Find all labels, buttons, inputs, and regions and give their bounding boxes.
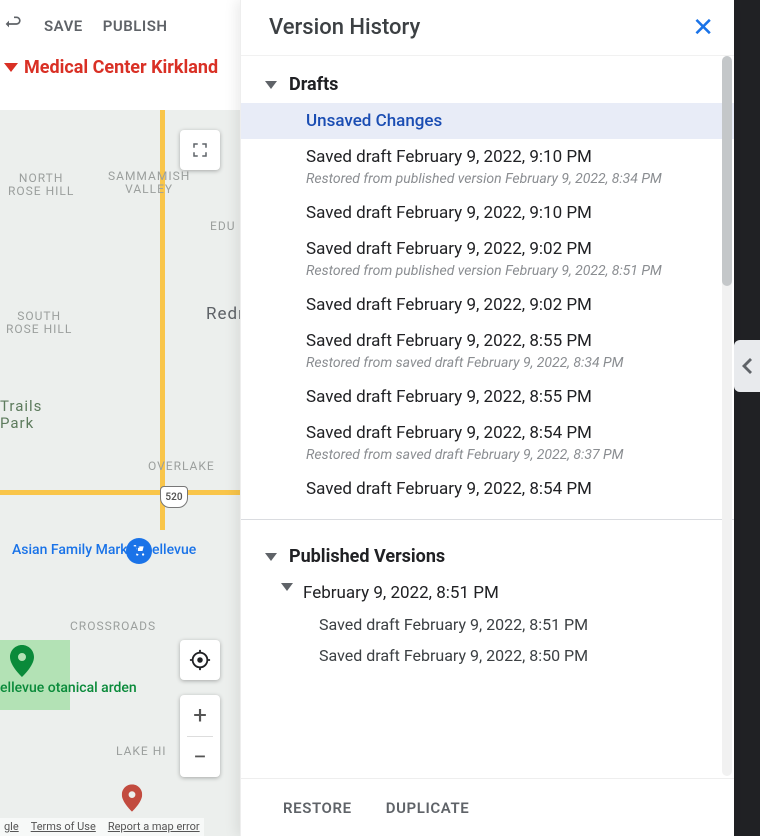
draft-entry-subtext: Restored from saved draft February 9, 20… (306, 355, 714, 371)
draft-entry[interactable]: Saved draft February 9, 2022, 8:54 PM Res… (241, 415, 734, 471)
published-entry[interactable]: February 9, 2022, 8:51 PMSaved draft Feb… (241, 575, 734, 671)
scrollbar-thumb[interactable] (722, 56, 732, 286)
map-attribution: gle Terms of Use Report a map error (0, 818, 204, 836)
draft-entry[interactable]: Saved draft February 9, 2022, 9:02 PM (241, 287, 734, 323)
map-label: EDU (210, 220, 235, 233)
zoom-out-button[interactable]: − (180, 737, 220, 778)
route-shield-520: 520 (160, 486, 188, 508)
draft-entry[interactable]: Saved draft February 9, 2022, 9:02 PM Res… (241, 231, 734, 287)
draft-entry[interactable]: Saved draft February 9, 2022, 9:10 PM (241, 195, 734, 231)
draft-entry-label: Saved draft February 9, 2022, 8:55 PM (306, 331, 592, 351)
draft-entry-label: Saved draft February 9, 2022, 9:10 PM (306, 147, 592, 167)
map-label: LAKE HI (116, 745, 167, 758)
park-pin-icon[interactable] (10, 645, 34, 677)
publish-button[interactable]: PUBLISH (103, 17, 168, 35)
draft-entry-label: Unsaved Changes (306, 111, 442, 131)
draft-entry-label: Saved draft February 9, 2022, 8:55 PM (306, 387, 592, 407)
draft-entry-label: Saved draft February 9, 2022, 9:10 PM (306, 203, 592, 223)
locate-button[interactable] (180, 640, 220, 680)
version-history-panel: Version History ✕ Drafts Unsaved Changes… (240, 0, 734, 836)
map-label: NORTH ROSE HILL (8, 172, 74, 198)
published-label: Published Versions (289, 546, 445, 567)
draft-entry-label: Saved draft February 9, 2022, 8:54 PM (306, 423, 592, 443)
duplicate-button[interactable]: DUPLICATE (386, 799, 470, 817)
location-selector[interactable]: Medical Center Kirkland (0, 52, 230, 82)
drafts-section-header[interactable]: Drafts (241, 66, 734, 103)
drawer-handle[interactable] (734, 340, 760, 392)
chevron-down-icon[interactable] (281, 583, 293, 591)
map-label: Redm (206, 305, 240, 324)
map-label: Trails Park (0, 398, 42, 431)
draft-entry[interactable]: Saved draft February 9, 2022, 8:55 PM Res… (241, 323, 734, 379)
zoom-in-button[interactable]: + (180, 695, 220, 736)
map-poi-label[interactable]: Asian Family Market Bellevue (12, 542, 196, 559)
map-label: SOUTH ROSE HILL (6, 310, 72, 336)
version-history-body: Drafts Unsaved Changes Saved draft Februa… (241, 56, 734, 778)
version-history-title: Version History (269, 15, 420, 40)
map-label: SAMMAMISH VALLEY (108, 170, 190, 196)
draft-entry-label: Saved draft February 9, 2022, 8:54 PM (306, 479, 592, 499)
chevron-down-icon[interactable] (265, 81, 277, 89)
version-history-footer: RESTORE DUPLICATE (241, 778, 734, 836)
draft-entry[interactable]: Saved draft February 9, 2022, 9:10 PM Res… (241, 139, 734, 195)
draft-entry-label: Saved draft February 9, 2022, 9:02 PM (306, 295, 592, 315)
drafts-label: Drafts (289, 74, 338, 95)
chevron-down-icon[interactable] (265, 553, 277, 561)
report-error-link[interactable]: Report a map error (108, 820, 200, 834)
divider (241, 519, 734, 520)
draft-entry[interactable]: Unsaved Changes (241, 103, 734, 139)
draft-entry-subtext: Restored from published version February… (306, 171, 714, 187)
save-button[interactable]: SAVE (44, 17, 83, 35)
zoom-control: + − (180, 695, 220, 777)
draft-entry-subtext: Restored from saved draft February 9, 20… (306, 447, 714, 463)
location-name: Medical Center Kirkland (24, 57, 218, 78)
draft-entry[interactable]: Saved draft February 9, 2022, 8:55 PM (241, 379, 734, 415)
published-section-header[interactable]: Published Versions (241, 538, 734, 575)
map-label: OVERLAKE (148, 460, 215, 473)
draft-entry-label: Saved draft February 9, 2022, 9:02 PM (306, 239, 592, 259)
map-creds[interactable]: gle (4, 820, 19, 834)
published-child-entry[interactable]: Saved draft February 9, 2022, 8:50 PM (303, 640, 714, 671)
map-label: CROSSROADS (70, 620, 156, 633)
terms-link[interactable]: Terms of Use (31, 820, 96, 834)
published-child-entry[interactable]: Saved draft February 9, 2022, 8:51 PM (303, 609, 714, 640)
published-entry-label: February 9, 2022, 8:51 PM (303, 583, 714, 609)
map-pin-icon[interactable] (122, 784, 142, 811)
restore-button[interactable]: RESTORE (283, 799, 352, 817)
fullscreen-button[interactable] (180, 130, 220, 170)
draft-entry[interactable]: Saved draft February 9, 2022, 8:54 PM (241, 471, 734, 507)
map[interactable]: NORTH ROSE HILL SAMMAMISH VALLEY EDU SOU… (0, 110, 240, 836)
redo-icon[interactable] (4, 14, 24, 38)
window-edge (734, 0, 760, 836)
close-icon[interactable]: ✕ (692, 13, 714, 43)
map-label: ellevue otanical arden (0, 680, 137, 697)
caret-down-icon (4, 63, 18, 72)
draft-entry-subtext: Restored from published version February… (306, 263, 714, 279)
